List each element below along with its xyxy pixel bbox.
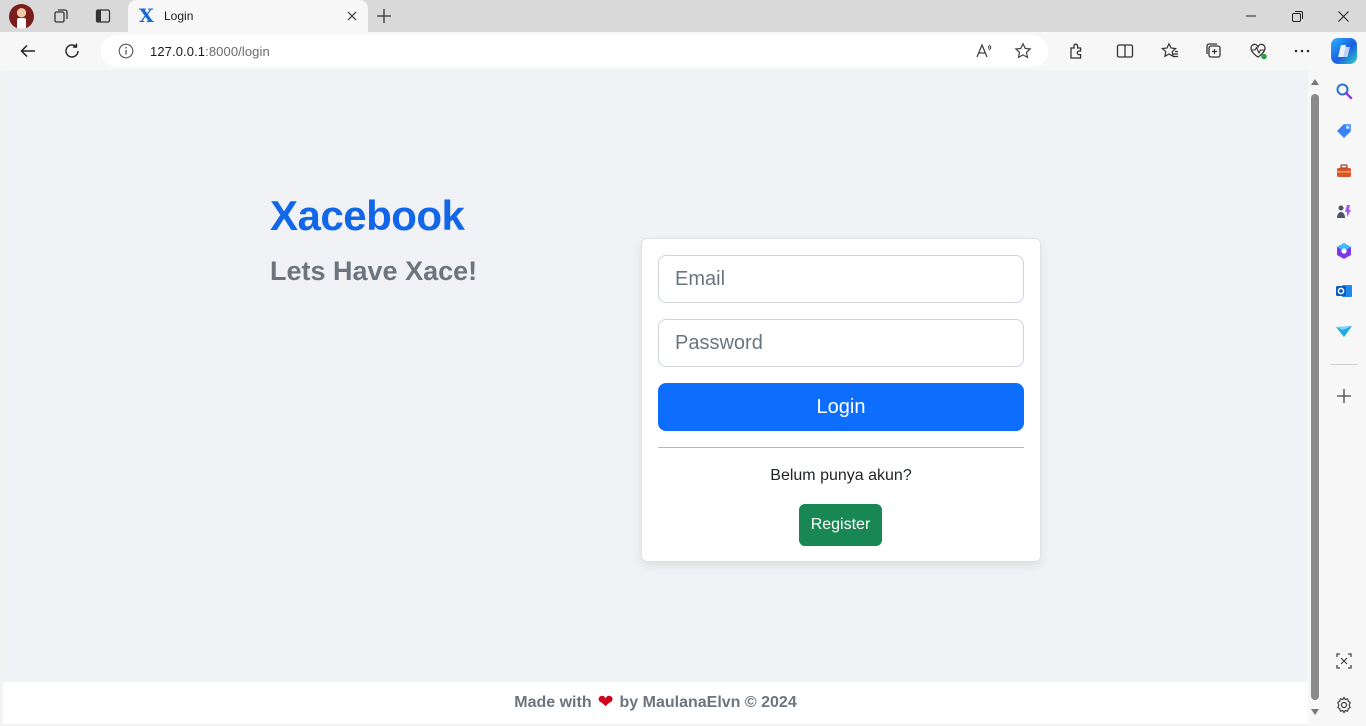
- new-tab-icon[interactable]: [372, 4, 396, 28]
- back-icon[interactable]: [14, 37, 42, 65]
- microsoft365-icon[interactable]: [1332, 239, 1356, 263]
- copilot-icon[interactable]: [1331, 38, 1357, 64]
- read-aloud-icon[interactable]: [972, 39, 996, 63]
- shopping-tag-icon[interactable]: [1332, 119, 1356, 143]
- url-text[interactable]: 127.0.0.1:8000/login: [150, 44, 270, 59]
- close-tab-icon[interactable]: [342, 6, 362, 26]
- register-button[interactable]: Register: [799, 504, 882, 546]
- x-favicon-icon: X: [139, 5, 154, 27]
- workspaces-icon[interactable]: [49, 4, 73, 28]
- extensions-icon[interactable]: [1063, 37, 1091, 65]
- drop-icon[interactable]: [1332, 319, 1356, 343]
- add-icon[interactable]: [1332, 384, 1356, 408]
- login-card: Login Belum punya akun? Register: [641, 238, 1041, 562]
- url-host: 127.0.0.1: [150, 44, 206, 59]
- outlook-icon[interactable]: [1332, 279, 1356, 303]
- info-icon[interactable]: [114, 39, 138, 63]
- url-path: :8000/login: [205, 44, 270, 59]
- scrollbar-thumb[interactable]: [1311, 94, 1319, 700]
- scroll-up-icon[interactable]: [1311, 79, 1319, 85]
- tab-login[interactable]: X Login: [128, 0, 368, 32]
- collections-icon[interactable]: [1200, 37, 1228, 65]
- close-window-icon[interactable]: [1320, 0, 1366, 32]
- tagline: Lets Have Xace!: [270, 256, 478, 286]
- email-field[interactable]: [658, 255, 1024, 303]
- footer: Made with ❤ by MaulanaElvn © 2024: [3, 682, 1308, 724]
- screenshot-icon[interactable]: [1332, 649, 1356, 673]
- login-button[interactable]: Login: [658, 383, 1024, 431]
- heart-icon: ❤: [597, 692, 614, 713]
- games-icon[interactable]: [1332, 199, 1356, 223]
- page-viewport: Xacebook Lets Have Xace! Login Belum pun…: [3, 70, 1308, 724]
- scroll-down-icon[interactable]: [1311, 709, 1319, 715]
- tab-strip: X Login: [0, 0, 1366, 32]
- minimize-icon[interactable]: [1228, 0, 1274, 32]
- refresh-icon[interactable]: [58, 37, 86, 65]
- more-icon[interactable]: [1288, 37, 1316, 65]
- settings-icon[interactable]: [1332, 693, 1356, 717]
- sidebar-separator: [1330, 364, 1358, 365]
- footer-prefix: Made with: [514, 694, 592, 711]
- tools-icon[interactable]: [1332, 159, 1356, 183]
- page-scrollbar[interactable]: [1308, 70, 1322, 726]
- brand-title: Xacebook: [270, 192, 465, 239]
- favorite-star-icon[interactable]: [1011, 39, 1035, 63]
- no-account-text: Belum punya akun?: [770, 467, 912, 484]
- divider: [658, 447, 1024, 448]
- split-screen-icon[interactable]: [1111, 37, 1139, 65]
- tab-title: Login: [164, 9, 194, 23]
- favorites-icon[interactable]: [1156, 37, 1184, 65]
- restore-icon[interactable]: [1274, 0, 1320, 32]
- password-field[interactable]: [658, 319, 1024, 367]
- browser-toolbar: 127.0.0.1:8000/login: [0, 32, 1366, 70]
- address-bar[interactable]: 127.0.0.1:8000/login: [101, 35, 1048, 67]
- edge-sidebar: [1322, 70, 1366, 726]
- tab-actions-icon[interactable]: [91, 4, 115, 28]
- browser-essentials-icon[interactable]: [1244, 37, 1272, 65]
- profile-avatar[interactable]: [9, 4, 34, 29]
- search-icon[interactable]: [1332, 79, 1356, 103]
- footer-suffix: by MaulanaElvn © 2024: [619, 694, 797, 711]
